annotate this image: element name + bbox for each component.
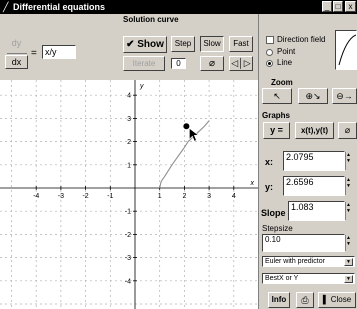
line-radio[interactable] <box>266 60 273 67</box>
pointer-icon: ↖ <box>273 91 281 101</box>
point-label: Point <box>277 47 296 56</box>
print-button[interactable]: ⎙ <box>296 292 314 308</box>
title-bar: ╱ Differential equations _ □ x <box>0 0 357 14</box>
point-radio[interactable] <box>266 49 273 56</box>
x-tick-label: -3 <box>58 193 64 200</box>
x-tick-label: 1 <box>158 193 162 200</box>
parametric-button[interactable]: x(t),y(t) <box>295 122 334 139</box>
slope-label: Slope <box>261 208 286 218</box>
close-window-button[interactable]: x <box>345 1 356 12</box>
stepsize-label: Stepsize <box>262 224 293 233</box>
line-label: Line <box>277 58 293 67</box>
solution-curve-heading: Solution curve <box>123 15 179 24</box>
x-tick-label: 4 <box>232 193 236 200</box>
zoom-in-icon: ⊕↘ <box>305 91 321 101</box>
x-readout-value: 2.0795 <box>286 152 314 162</box>
minimize-button[interactable]: _ <box>322 1 332 12</box>
printer-icon: ⎙ <box>301 295 309 305</box>
slow-button[interactable]: Slow <box>200 36 224 52</box>
y-tick-label: -1 <box>125 209 131 216</box>
x-tick-label: -2 <box>82 193 88 200</box>
zoom-out-button[interactable]: ⊖→ <box>332 88 357 104</box>
x-readout-label: x: <box>265 157 274 167</box>
graphs-heading: Graphs <box>262 111 291 120</box>
direction-preview <box>335 30 357 70</box>
divider <box>258 14 259 309</box>
y-tick-label: -3 <box>125 255 131 262</box>
curve-preview-icon <box>338 34 357 66</box>
iteration-count[interactable]: 0 <box>171 58 186 69</box>
zoom-in-button[interactable]: ⊕↘ <box>298 88 328 104</box>
stepsize-spinner[interactable]: ▲ ▼ <box>345 235 351 251</box>
resize-button[interactable]: ◁│▷ <box>229 56 253 71</box>
fit-select[interactable]: BestX or Y ▼ <box>262 273 355 284</box>
graph-eraser-button[interactable]: ⌀ <box>338 122 357 139</box>
dy-label: dy <box>11 38 22 48</box>
checkmark-icon: ✔ <box>126 39 135 50</box>
direction-field-label: Direction field <box>277 35 326 44</box>
y-readout-value: 2.6596 <box>286 177 314 187</box>
iterate-button[interactable]: Iterate <box>123 56 165 71</box>
x-tick-label: -4 <box>33 193 39 200</box>
maximize-button[interactable]: □ <box>333 1 343 12</box>
chevron-down-icon[interactable]: ▼ <box>344 275 353 283</box>
zoom-heading: Zoom <box>271 78 293 87</box>
y-tick-label: 2 <box>127 139 131 146</box>
x-readout-field: 2.0795 <box>283 151 345 171</box>
chevron-down-icon[interactable]: ▼ <box>344 258 353 266</box>
y-readout-label: y: <box>265 182 274 192</box>
x-spinner[interactable]: ▲ ▼ <box>345 152 351 170</box>
direction-field-checkbox[interactable] <box>266 36 274 44</box>
dx-button[interactable]: dx <box>5 55 28 69</box>
stepsize-input[interactable]: 0.10 <box>262 234 345 252</box>
method-select[interactable]: Euler with predictor ▼ <box>262 256 355 267</box>
slope-value: 1.083 <box>291 202 314 212</box>
equals-sign: = <box>31 48 37 59</box>
step-button[interactable]: Step <box>171 36 195 52</box>
y-spinner[interactable]: ▲ ▼ <box>345 177 351 195</box>
slope-spinner[interactable]: ▲ ▼ <box>345 202 351 220</box>
y-tick-label: 4 <box>127 93 131 100</box>
fast-button[interactable]: Fast <box>229 36 253 52</box>
y-tick-label: 3 <box>127 116 131 123</box>
close-button[interactable]: ▌ Close <box>318 292 356 308</box>
info-button[interactable]: Info <box>268 292 290 308</box>
y-readout-field: 2.6596 <box>283 176 345 196</box>
show-button[interactable]: ✔ Show <box>123 36 167 53</box>
graph-canvas[interactable]: -4 -3 -2 -1 1 2 3 4 4 3 2 1 -1 -2 -3 -4 x y <box>0 80 258 309</box>
zoom-out-icon: ⊖→ <box>336 91 353 101</box>
current-point-marker[interactable] <box>183 123 190 130</box>
eraser-button[interactable]: ⌀ <box>200 56 224 71</box>
app-icon: ╱ <box>3 2 9 12</box>
slope-field: 1.083 <box>288 201 345 221</box>
x-tick-label: 2 <box>182 193 186 200</box>
y-tick-label: -4 <box>125 278 131 285</box>
fit-select-value: BestX or Y <box>265 275 299 282</box>
door-icon: ▌ <box>322 295 329 304</box>
show-label: Show <box>137 39 164 50</box>
y-tick-label: -2 <box>125 232 131 239</box>
close-label: Close <box>330 295 352 304</box>
equation-input[interactable]: x/y <box>42 45 76 59</box>
y-axis-label: y <box>139 83 144 90</box>
zoom-pointer-button[interactable]: ↖ <box>262 88 292 104</box>
eraser-icon: ⌀ <box>208 58 216 69</box>
x-axis-label: x <box>250 180 255 187</box>
x-tick-label: 3 <box>207 193 211 200</box>
resize-arrows-icon: ◁│▷ <box>231 58 251 68</box>
method-select-value: Euler with predictor <box>265 258 325 265</box>
fraction-bar <box>7 53 27 54</box>
window-title: Differential equations <box>13 2 106 12</box>
eraser-icon: ⌀ <box>344 125 351 135</box>
y-tick-label: 1 <box>127 162 131 169</box>
y-equals-button[interactable]: y = <box>263 122 290 139</box>
x-tick-label: -1 <box>107 193 113 200</box>
